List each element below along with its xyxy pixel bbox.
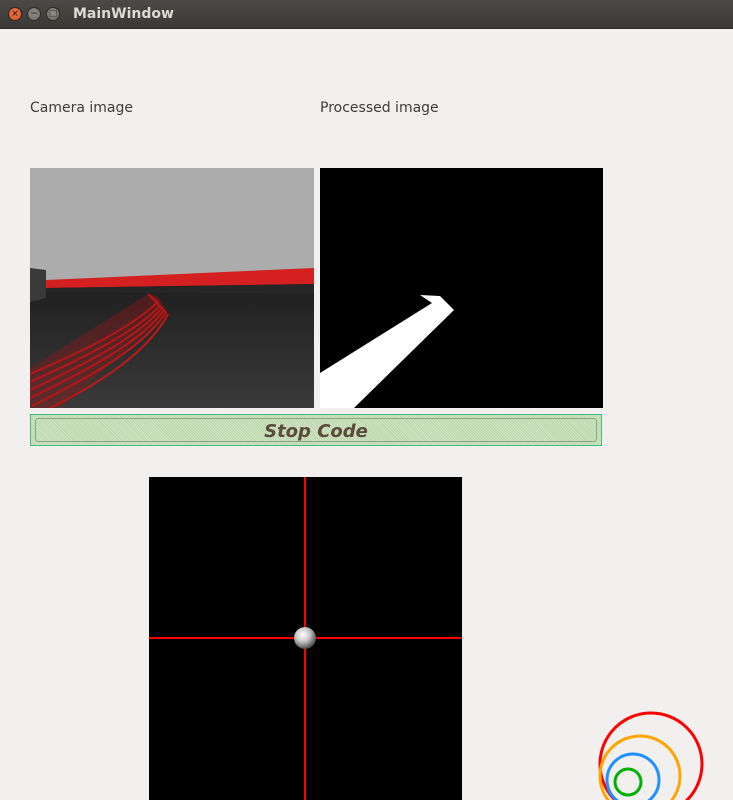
stop-code-button[interactable]: Stop Code (30, 414, 602, 446)
processed-image (320, 168, 603, 408)
window-title: MainWindow (73, 6, 174, 22)
joystick-pad[interactable] (149, 477, 462, 800)
rings-indicator (596, 706, 708, 800)
camera-image-label: Camera image (30, 100, 133, 116)
close-icon[interactable]: × (8, 7, 22, 21)
processed-image-label: Processed image (320, 100, 439, 116)
title-bar: × − □ MainWindow (0, 0, 733, 29)
joystick-pad-graphic (149, 477, 462, 800)
processed-image-graphic (320, 168, 603, 408)
maximize-icon[interactable]: □ (46, 7, 60, 21)
main-window: × − □ MainWindow Camera image Processed … (0, 0, 733, 800)
minimize-icon[interactable]: − (27, 7, 41, 21)
rings-graphic (598, 711, 704, 800)
camera-image-graphic (29, 168, 314, 409)
stop-code-label: Stop Code (264, 421, 368, 442)
camera-image (29, 168, 314, 409)
joystick-knob (294, 627, 316, 649)
